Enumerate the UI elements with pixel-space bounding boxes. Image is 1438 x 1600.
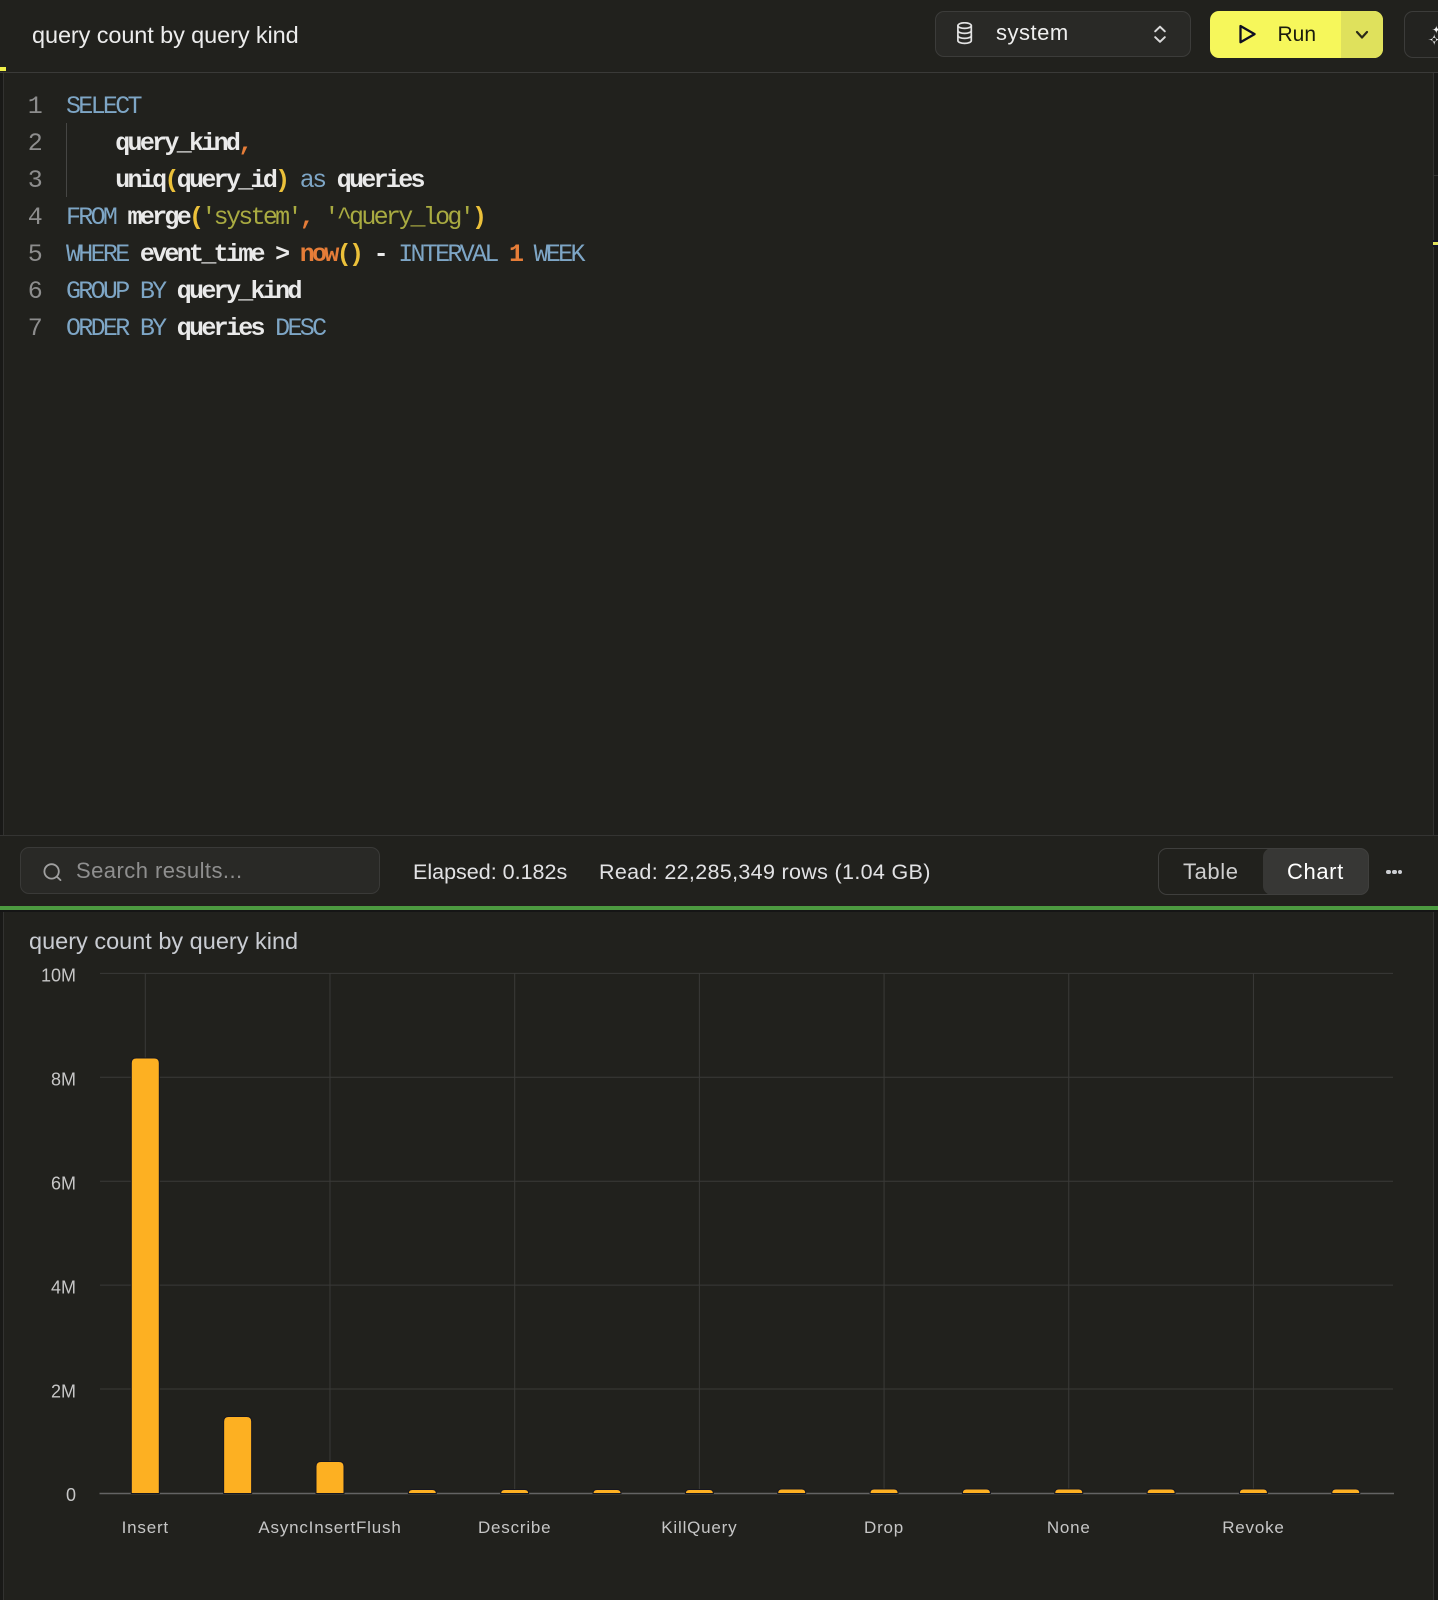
svg-text:6M: 6M bbox=[51, 1173, 76, 1193]
svg-text:None: None bbox=[1047, 1518, 1091, 1537]
svg-text:Describe: Describe bbox=[478, 1518, 551, 1537]
svg-text:10M: 10M bbox=[41, 966, 76, 986]
svg-text:Drop: Drop bbox=[864, 1518, 904, 1537]
svg-text:8M: 8M bbox=[51, 1070, 76, 1090]
svg-text:AsyncInsertFlush: AsyncInsertFlush bbox=[258, 1518, 401, 1537]
svg-text:4M: 4M bbox=[51, 1277, 76, 1297]
svg-text:Insert: Insert bbox=[122, 1518, 169, 1537]
svg-text:2M: 2M bbox=[51, 1381, 76, 1401]
svg-text:Revoke: Revoke bbox=[1222, 1518, 1284, 1537]
svg-text:0: 0 bbox=[66, 1485, 76, 1505]
svg-text:KillQuery: KillQuery bbox=[661, 1518, 737, 1537]
